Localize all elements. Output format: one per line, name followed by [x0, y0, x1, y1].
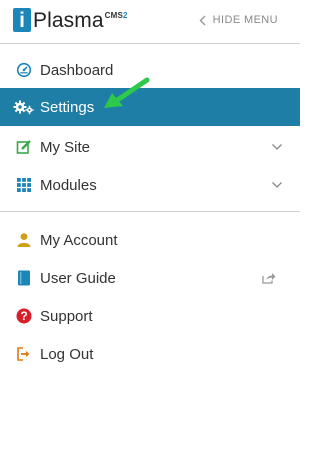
book-icon — [16, 270, 32, 286]
edit-icon — [16, 139, 32, 155]
nav-item-label: My Account — [40, 231, 118, 249]
svg-text:?: ? — [20, 309, 27, 323]
user-icon — [16, 232, 32, 248]
annotation-arrow-icon — [104, 77, 150, 108]
nav-item-user-guide[interactable]: User Guide — [0, 259, 300, 297]
nav-item-label: My Site — [40, 138, 91, 156]
chevron-down-icon[interactable] — [271, 179, 283, 191]
nav-item-log-out[interactable]: Log Out — [0, 335, 300, 373]
logo-mark: i — [13, 8, 31, 32]
logo-text: Plasma — [33, 9, 104, 32]
nav-item-my-account[interactable]: My Account — [0, 221, 300, 259]
grid-icon — [16, 177, 32, 193]
logo-sup-number: 2 — [123, 11, 128, 20]
nav-divider — [0, 211, 300, 212]
share-icon[interactable] — [262, 272, 276, 284]
gear-icon — [13, 99, 35, 115]
logo-superscript: CMS2 — [105, 11, 128, 20]
logo[interactable]: i Plasma CMS2 — [13, 8, 128, 34]
hide-menu-label: HIDE MENU — [212, 14, 278, 26]
nav-item-support[interactable]: ? Support — [0, 297, 300, 335]
header-divider — [0, 43, 300, 44]
nav-item-label: Modules — [40, 176, 97, 194]
chevron-down-icon[interactable] — [271, 141, 283, 153]
chevron-left-icon — [199, 15, 206, 25]
header: i Plasma CMS2 HIDE MENU — [0, 0, 300, 43]
nav-item-label: User Guide — [40, 269, 116, 287]
nav-item-label: Support — [40, 307, 93, 325]
nav-item-my-site[interactable]: My Site — [0, 128, 300, 166]
help-icon: ? — [16, 308, 32, 324]
nav-item-label: Log Out — [40, 345, 94, 363]
dashboard-icon — [16, 62, 32, 78]
nav-item-label: Settings — [40, 98, 95, 116]
logo-sup-cms: CMS — [104, 11, 124, 20]
logout-icon — [16, 346, 32, 362]
nav-item-modules[interactable]: Modules — [0, 166, 300, 204]
hide-menu-button[interactable]: HIDE MENU — [199, 14, 278, 26]
